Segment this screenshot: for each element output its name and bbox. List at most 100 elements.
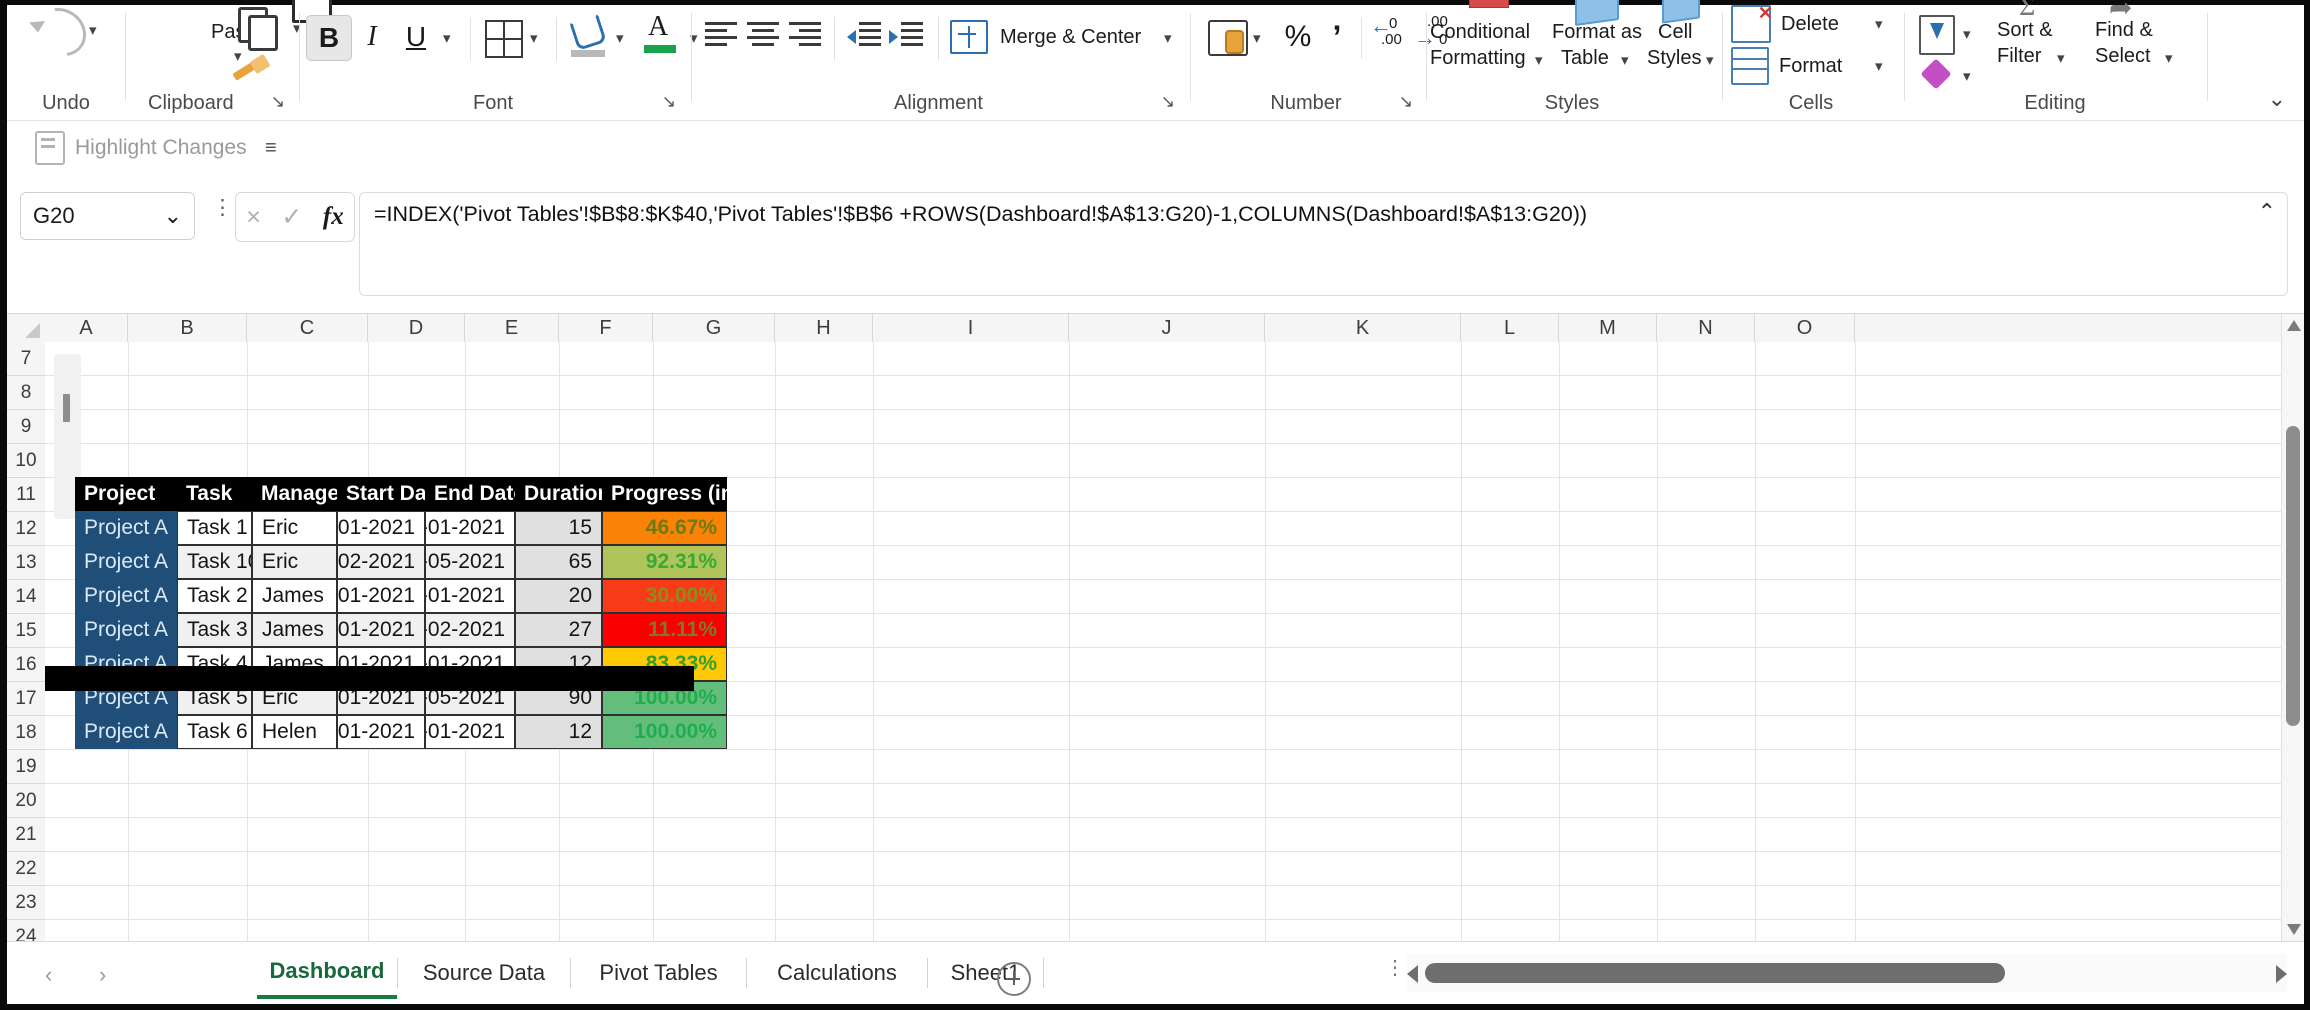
underline-button[interactable]: U (394, 15, 438, 59)
table-cell[interactable]: Eric (252, 545, 337, 579)
row-header-15[interactable]: 15 (7, 614, 45, 648)
cf-chevron-down-icon[interactable]: ▾ (1535, 51, 1543, 69)
sheet-tab-pivot-tables[interactable]: Pivot Tables (571, 947, 746, 999)
merge-and-center-button[interactable]: Merge & Center (950, 15, 1160, 59)
table-header-cell[interactable]: Progress (in %) (602, 477, 727, 511)
fill-color-chevron-down-icon[interactable]: ▾ (616, 29, 624, 47)
underline-chevron-down-icon[interactable]: ▾ (443, 29, 451, 47)
vertical-scrollbar[interactable] (2281, 314, 2304, 941)
table-cell[interactable]: 13-02-2021 (337, 545, 425, 579)
undo-button[interactable] (13, 0, 96, 66)
format-painter-button[interactable] (222, 53, 276, 95)
table-cell[interactable]: Task 1 (177, 511, 252, 545)
next-sheet-icon[interactable]: › (99, 962, 106, 988)
table-cell[interactable]: 65 (515, 545, 602, 579)
table-cell[interactable]: 27 (515, 613, 602, 647)
row-header-23[interactable]: 23 (7, 886, 45, 920)
table-cell[interactable]: 20 (515, 579, 602, 613)
row-header-11[interactable]: 11 (7, 478, 45, 512)
scroll-right-arrow-icon[interactable] (2276, 965, 2287, 983)
table-cell[interactable]: Task 3 (177, 613, 252, 647)
sheet-tab-dashboard[interactable]: Dashboard (257, 947, 397, 999)
tabbar-kebab-icon[interactable]: ⋮ (1385, 958, 1405, 978)
align-left-button[interactable] (702, 17, 742, 57)
column-header-H[interactable]: H (775, 314, 873, 342)
formula-bar-kebab-icon[interactable]: ⋮ (212, 197, 233, 218)
table-cell[interactable]: 92.31% (602, 545, 727, 579)
table-cell[interactable]: 100.00% (602, 715, 727, 749)
comma-style-button[interactable]: ’ (1319, 15, 1355, 59)
table-cell[interactable]: 22-01-2021 (425, 511, 515, 545)
table-cell[interactable]: Eric (252, 511, 337, 545)
table-cell[interactable]: 15 (515, 511, 602, 545)
clear-chevron-down-icon[interactable]: ▾ (1963, 67, 1971, 85)
sheet-tab-source-data[interactable]: Source Data (398, 947, 570, 999)
fill-chevron-down-icon[interactable]: ▾ (1963, 25, 1971, 43)
column-header-G[interactable]: G (653, 314, 775, 342)
delete-chevron-down-icon[interactable]: ▾ (1875, 15, 1883, 33)
sort-and-filter-button[interactable]: Sort & Filter ▾ (1991, 9, 2089, 87)
add-sheet-button[interactable] (997, 962, 1031, 996)
table-header-cell[interactable]: Start Date (337, 477, 425, 511)
accounting-format-button[interactable] (1205, 17, 1249, 57)
table-cell[interactable]: Project A (75, 613, 177, 647)
sf-chevron-down-icon[interactable]: ▾ (2057, 49, 2065, 67)
table-cell[interactable]: 30.00% (602, 579, 727, 613)
name-box[interactable]: G20 ⌄ (20, 192, 195, 240)
format-as-table-button[interactable]: Format as Table ▾ (1549, 0, 1644, 83)
undo-chevron-down-icon[interactable]: ▾ (89, 21, 97, 39)
row-header-24[interactable]: 24 (7, 920, 45, 941)
clear-button[interactable] (1915, 57, 1961, 97)
table-cell[interactable]: 05-01-2021 (337, 715, 425, 749)
column-header-C[interactable]: C (247, 314, 368, 342)
format-chevron-down-icon[interactable]: ▾ (1875, 57, 1883, 75)
merge-chevron-down-icon[interactable]: ▾ (1164, 29, 1172, 47)
find-and-select-button[interactable]: Find & Select ▾ (2089, 9, 2195, 87)
fill-series-button[interactable] (1915, 13, 1961, 57)
table-cell[interactable]: 29-01-2021 (425, 579, 515, 613)
column-header-E[interactable]: E (465, 314, 559, 342)
alignment-dialog-launcher[interactable]: ↘ (1161, 92, 1175, 112)
row-header-20[interactable]: 20 (7, 784, 45, 818)
row-header-19[interactable]: 19 (7, 750, 45, 784)
fs-chevron-down-icon[interactable]: ▾ (2165, 49, 2173, 67)
column-header-I[interactable]: I (873, 314, 1069, 342)
row-header-13[interactable]: 13 (7, 546, 45, 580)
table-cell[interactable]: Task 2 (177, 579, 252, 613)
horizontal-scrollbar-thumb[interactable] (1425, 963, 2005, 983)
table-cell[interactable]: 12 (515, 715, 602, 749)
percent-style-button[interactable]: % (1277, 15, 1319, 59)
number-dialog-launcher[interactable]: ↘ (1399, 92, 1413, 112)
column-header-M[interactable]: M (1559, 314, 1657, 342)
cs-chevron-down-icon[interactable]: ▾ (1706, 51, 1714, 69)
borders-button[interactable] (480, 15, 524, 59)
borders-chevron-down-icon[interactable]: ▾ (530, 29, 538, 47)
accounting-chevron-down-icon[interactable]: ▾ (1253, 29, 1261, 47)
column-header-J[interactable]: J (1069, 314, 1265, 342)
row-header-16[interactable]: 16 (7, 648, 45, 682)
row-header-8[interactable]: 8 (7, 376, 45, 410)
table-header-cell[interactable]: Task (177, 477, 252, 511)
row-header-18[interactable]: 18 (7, 716, 45, 750)
align-right-button[interactable] (786, 17, 826, 57)
table-cell[interactable]: 05-01-2021 (337, 613, 425, 647)
enter-icon[interactable]: ✓ (281, 202, 302, 232)
sheet-tab-calculations[interactable]: Calculations (747, 947, 927, 999)
insert-function-icon[interactable]: fx (323, 203, 344, 231)
scroll-left-arrow-icon[interactable] (1407, 965, 1418, 983)
scroll-up-arrow-icon[interactable] (2287, 320, 2301, 331)
italic-button[interactable]: I (350, 15, 394, 59)
increase-decimal-button[interactable]: ← 0 .00 (1369, 13, 1413, 57)
row-header-10[interactable]: 10 (7, 444, 45, 478)
column-header-N[interactable]: N (1657, 314, 1755, 342)
table-cell[interactable]: Project A (75, 511, 177, 545)
table-cell[interactable]: Project A (75, 545, 177, 579)
delete-cells-button[interactable]: ✕ Delete (1731, 3, 1871, 43)
table-header-cell[interactable]: Manager (252, 477, 337, 511)
row-header-9[interactable]: 9 (7, 410, 45, 444)
grid-canvas[interactable]: ProjectTaskManagerStart DateEnd DateDura… (45, 342, 2304, 941)
row-header-12[interactable]: 12 (7, 512, 45, 546)
column-header-B[interactable]: B (128, 314, 247, 342)
bold-button[interactable]: B (306, 15, 352, 61)
column-header-D[interactable]: D (368, 314, 465, 342)
